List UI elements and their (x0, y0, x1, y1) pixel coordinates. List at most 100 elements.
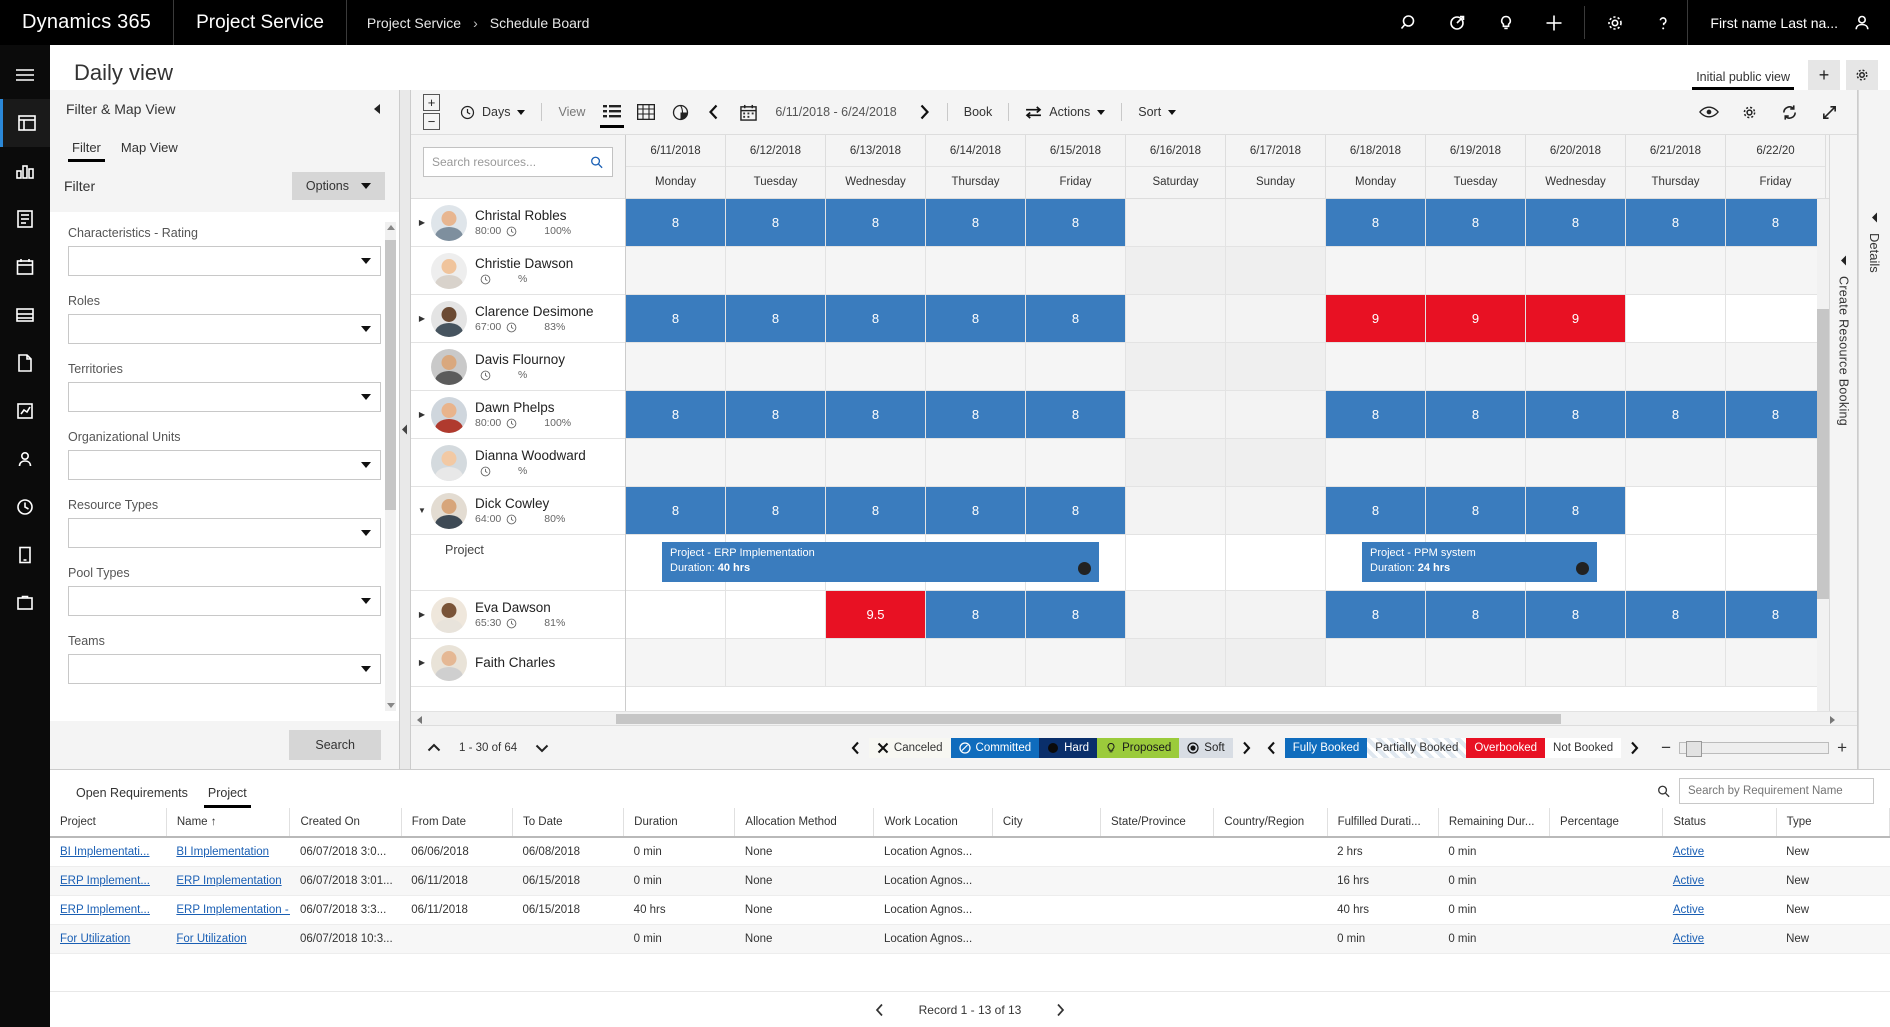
schedule-cell[interactable] (1026, 343, 1126, 390)
schedule-cell[interactable]: 8 (1026, 591, 1126, 638)
booking-bar[interactable]: Project - PPM system Duration: 24 hrs (1362, 542, 1597, 582)
resource-row[interactable]: Dianna Woodward % (411, 439, 625, 487)
legend-committed[interactable]: Committed (950, 737, 1040, 758)
expand-triangle-icon[interactable]: ▶ (415, 610, 429, 619)
availability-legend-next-button[interactable] (1621, 735, 1647, 761)
resource-row[interactable]: ▶ Clarence Desimone 67:00 83% (411, 295, 625, 343)
expand-fullscreen-icon[interactable] (1809, 90, 1849, 135)
schedule-cell[interactable] (1626, 535, 1726, 590)
date-range-display[interactable]: 6/11/2018 - 6/24/2018 (765, 90, 906, 135)
legend-canceled[interactable]: Canceled (868, 737, 951, 758)
schedule-cell[interactable] (1226, 247, 1326, 294)
add-view-button[interactable]: + (1808, 60, 1840, 90)
schedule-cell[interactable] (1126, 343, 1226, 390)
schedule-cell[interactable]: 8 (926, 591, 1026, 638)
previous-record-page-icon[interactable] (867, 997, 893, 1023)
schedule-cell[interactable] (826, 439, 926, 486)
schedule-cell[interactable] (1226, 199, 1326, 246)
sidebar-item-schedule-board[interactable] (0, 99, 50, 147)
filter-select-roles[interactable] (68, 314, 381, 344)
expand-triangle-icon[interactable]: ▶ (415, 218, 429, 227)
search-icon[interactable] (589, 155, 604, 170)
schedule-cell[interactable] (1726, 295, 1826, 342)
col-duration[interactable]: Duration (623, 808, 736, 838)
schedule-cell[interactable] (726, 247, 826, 294)
sidebar-item-calendar[interactable] (0, 243, 50, 291)
schedule-cell[interactable] (1426, 343, 1526, 390)
schedule-cell[interactable]: 8 (926, 199, 1026, 246)
legend-soft[interactable]: Soft (1179, 737, 1233, 758)
schedule-cell[interactable] (1426, 247, 1526, 294)
schedule-cell[interactable] (1226, 439, 1326, 486)
col-from-date[interactable]: From Date (401, 808, 513, 838)
schedule-cell[interactable] (1226, 591, 1326, 638)
schedule-cell-overbooked[interactable]: 9 (1326, 295, 1426, 342)
zoom-slider-knob[interactable] (1686, 740, 1703, 757)
list-view-icon[interactable] (595, 90, 629, 135)
schedule-cell-overbooked[interactable]: 9.5 (826, 591, 926, 638)
book-button[interactable]: Book (954, 90, 1003, 135)
availability-legend-prev-button[interactable] (1259, 735, 1285, 761)
col-percentage[interactable]: Percentage (1549, 808, 1664, 838)
expand-triangle-icon[interactable]: ▶ (415, 314, 429, 323)
schedule-cell[interactable]: 8 (1426, 199, 1526, 246)
booking-bar[interactable]: Project - ERP Implementation Duration: 4… (662, 542, 1099, 582)
resource-row[interactable]: Davis Flournoy % (411, 343, 625, 391)
schedule-cell[interactable]: 8 (1026, 199, 1126, 246)
zoom-in-button[interactable]: + (1837, 738, 1847, 758)
schedule-cell[interactable] (1326, 343, 1426, 390)
schedule-cell[interactable] (1626, 343, 1726, 390)
schedule-cell[interactable]: 8 (826, 199, 926, 246)
schedule-cell[interactable] (1226, 295, 1326, 342)
sidebar-item-resources[interactable] (0, 291, 50, 339)
schedule-cell[interactable]: 8 (1326, 199, 1426, 246)
sidebar-item-settings[interactable] (0, 579, 50, 627)
search-icon[interactable] (1386, 0, 1434, 45)
schedule-cell[interactable] (926, 247, 1026, 294)
expand-triangle-icon[interactable]: ▶ (415, 410, 429, 419)
schedule-cell[interactable] (626, 439, 726, 486)
sidebar-item-projects[interactable] (0, 195, 50, 243)
tab-project[interactable]: Project (198, 780, 257, 808)
search-icon[interactable] (1656, 784, 1671, 799)
legend-not-booked[interactable]: Not Booked (1545, 737, 1622, 758)
schedule-vertical-scrollbar[interactable] (1817, 199, 1829, 711)
schedule-cell[interactable] (726, 591, 826, 638)
schedule-cell[interactable] (826, 639, 926, 686)
col-city[interactable]: City (992, 808, 1102, 838)
next-record-page-icon[interactable] (1047, 997, 1073, 1023)
col-created-on[interactable]: Created On (289, 808, 402, 838)
collapse-triangle-icon[interactable]: ▼ (415, 506, 429, 515)
col-allocation-method[interactable]: Allocation Method (734, 808, 875, 838)
schedule-horizontal-scrollbar[interactable] (411, 711, 1857, 725)
collapse-left-icon[interactable] (372, 103, 383, 115)
filter-select-pool-types[interactable] (68, 586, 381, 616)
page-up-icon[interactable] (421, 735, 447, 761)
expand-triangle-icon[interactable]: ▶ (415, 658, 429, 667)
legend-prev-button[interactable] (843, 735, 869, 761)
filter-select-organizational-units[interactable] (68, 450, 381, 480)
name-link[interactable]: ERP Implementation - Dev... (176, 904, 290, 916)
scroll-left-icon[interactable] (417, 716, 422, 724)
table-row[interactable]: ERP Implement... ERP Implementation - De… (50, 895, 1890, 925)
name-link[interactable]: BI Implementation (176, 846, 269, 858)
schedule-cell[interactable] (1126, 391, 1226, 438)
resource-row[interactable]: ▶ Eva Dawson 65:30 81% (411, 591, 625, 639)
col-project[interactable]: Project (50, 808, 167, 838)
schedule-cell[interactable]: 8 (726, 487, 826, 534)
filter-panel-collapse-handle[interactable] (400, 90, 411, 769)
user-menu[interactable]: First name Last na... (1687, 0, 1890, 45)
sort-menu[interactable]: Sort (1128, 90, 1186, 135)
schedule-cell[interactable]: 8 (926, 295, 1026, 342)
legend-hard[interactable]: Hard (1039, 737, 1098, 758)
resource-row[interactable]: ▶ Faith Charles (411, 639, 625, 687)
lightbulb-icon[interactable] (1482, 0, 1530, 45)
schedule-cell[interactable] (1726, 247, 1826, 294)
gear-icon[interactable] (1591, 0, 1639, 45)
schedule-cell[interactable]: 8 (626, 295, 726, 342)
schedule-cell[interactable] (1226, 487, 1326, 534)
schedule-settings-icon[interactable] (1729, 90, 1769, 135)
schedule-cell[interactable] (826, 247, 926, 294)
filter-select-teams[interactable] (68, 654, 381, 684)
previous-period-button[interactable] (697, 90, 731, 135)
